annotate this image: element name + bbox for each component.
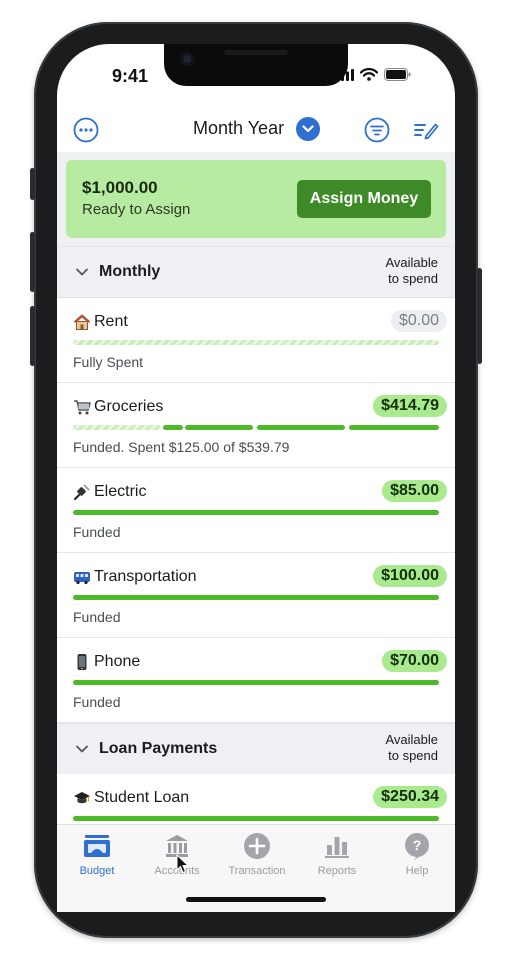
category-status: Funded. Spent $125.00 of $539.79	[73, 439, 290, 455]
month-selector-button[interactable]	[296, 117, 320, 141]
progress-funded-segment	[257, 425, 345, 430]
progress-bar	[73, 595, 439, 600]
available-amount-pill[interactable]: $100.00	[373, 565, 447, 587]
filter-button[interactable]	[363, 116, 391, 144]
tab-budget[interactable]: Budget	[57, 831, 137, 881]
month-selector-title[interactable]: Month Year	[193, 118, 284, 139]
chevron-down-icon	[76, 745, 88, 753]
available-label-line2: to spend	[388, 271, 438, 286]
svg-text:?: ?	[413, 837, 422, 853]
category-name: Transportation	[94, 568, 197, 585]
category-row-electric[interactable]: Electric $85.00 Funded	[57, 468, 455, 553]
category-status: Fully Spent	[73, 354, 144, 370]
mouse-cursor-icon	[176, 854, 190, 874]
category-name: Groceries	[94, 398, 164, 415]
front-camera	[180, 52, 194, 66]
tab-transaction[interactable]: Transaction	[217, 831, 297, 881]
group-name: Loan Payments	[99, 740, 218, 757]
ready-to-assign-label: Ready to Assign	[82, 201, 191, 218]
group-header-loan-payments[interactable]: Loan Payments Available to spend	[57, 723, 455, 775]
available-to-spend-label: Available to spend	[385, 255, 438, 287]
available-amount-pill[interactable]: $250.34	[373, 786, 447, 808]
power-button	[477, 268, 482, 364]
progress-funded-segment	[163, 425, 183, 430]
category-status: Funded	[73, 609, 121, 625]
status-time: 9:41	[112, 66, 149, 86]
more-icon	[73, 117, 99, 143]
available-label-line1: Available	[385, 732, 438, 747]
group-name: Monthly	[99, 263, 161, 280]
notch	[164, 44, 348, 86]
progress-bar	[73, 680, 439, 685]
group-header-monthly[interactable]: Monthly Available to spend	[57, 246, 455, 298]
bus-icon	[74, 572, 90, 585]
filter-icon	[364, 117, 390, 143]
category-status: Funded	[73, 694, 121, 710]
electric-plug-icon	[74, 484, 90, 500]
progress-bar	[73, 510, 439, 515]
tab-help[interactable]: ? Help	[377, 831, 457, 881]
tab-label: Reports	[317, 865, 357, 877]
more-menu-button[interactable]	[72, 116, 100, 144]
graduation-cap-icon	[74, 792, 90, 804]
available-amount-pill[interactable]: $85.00	[382, 480, 447, 502]
available-label-line1: Available	[385, 255, 438, 270]
progress-funded-segment	[185, 425, 253, 430]
progress-bar	[73, 340, 439, 345]
budget-content[interactable]: $1,000.00 Ready to Assign Assign Money M…	[57, 152, 455, 824]
available-to-spend-label: Available to spend	[385, 732, 438, 764]
house-icon	[73, 314, 91, 330]
battery-icon	[384, 68, 411, 81]
category-row-student-loan[interactable]: Student Loan $250.34	[57, 774, 455, 824]
budget-icon	[82, 831, 112, 861]
available-amount-pill[interactable]: $414.79	[373, 395, 447, 417]
mobile-phone-icon	[77, 654, 87, 670]
chevron-down-icon	[76, 268, 88, 276]
shopping-cart-icon	[74, 400, 91, 415]
wifi-icon	[360, 68, 378, 81]
assign-money-button[interactable]: Assign Money	[297, 180, 431, 218]
progress-bar	[73, 816, 439, 821]
category-status: Funded	[73, 524, 121, 540]
help-bubble-icon: ?	[402, 831, 432, 861]
tab-label: Transaction	[228, 865, 286, 877]
category-row-groceries[interactable]: Groceries $414.79 Funded. Spent $125.00 …	[57, 383, 455, 468]
chevron-down-icon	[302, 125, 314, 133]
ready-to-assign-amount: $1,000.00	[82, 178, 158, 197]
progress-funded-segment	[349, 425, 439, 430]
tab-reports[interactable]: Reports	[297, 831, 377, 881]
available-label-line2: to spend	[388, 748, 438, 763]
speaker	[224, 50, 288, 55]
available-amount-pill[interactable]: $70.00	[382, 650, 447, 672]
tab-label: Help	[405, 865, 429, 877]
tab-label: Budget	[79, 865, 115, 877]
volume-up-button	[30, 232, 35, 292]
category-row-rent[interactable]: Rent $0.00 Fully Spent	[57, 298, 455, 383]
plus-circle-icon	[242, 831, 272, 861]
mute-switch	[30, 168, 35, 200]
category-name: Student Loan	[94, 789, 190, 806]
volume-down-button	[30, 306, 35, 366]
category-row-transportation[interactable]: Transportation $100.00 Funded	[57, 553, 455, 638]
edit-button[interactable]	[412, 116, 440, 144]
nav-bar: Month Year	[57, 108, 455, 152]
available-amount-pill[interactable]: $0.00	[390, 310, 447, 332]
ready-to-assign-card: $1,000.00 Ready to Assign Assign Money	[66, 160, 446, 238]
bar-chart-icon	[322, 831, 352, 861]
category-name: Rent	[94, 313, 128, 330]
status-icons	[336, 68, 411, 81]
home-indicator[interactable]	[186, 897, 326, 902]
category-name: Electric	[94, 483, 147, 500]
progress-spent-segment	[73, 425, 161, 430]
category-row-phone[interactable]: Phone $70.00 Funded	[57, 638, 455, 723]
category-name: Phone	[94, 653, 141, 670]
edit-list-icon	[414, 123, 439, 140]
